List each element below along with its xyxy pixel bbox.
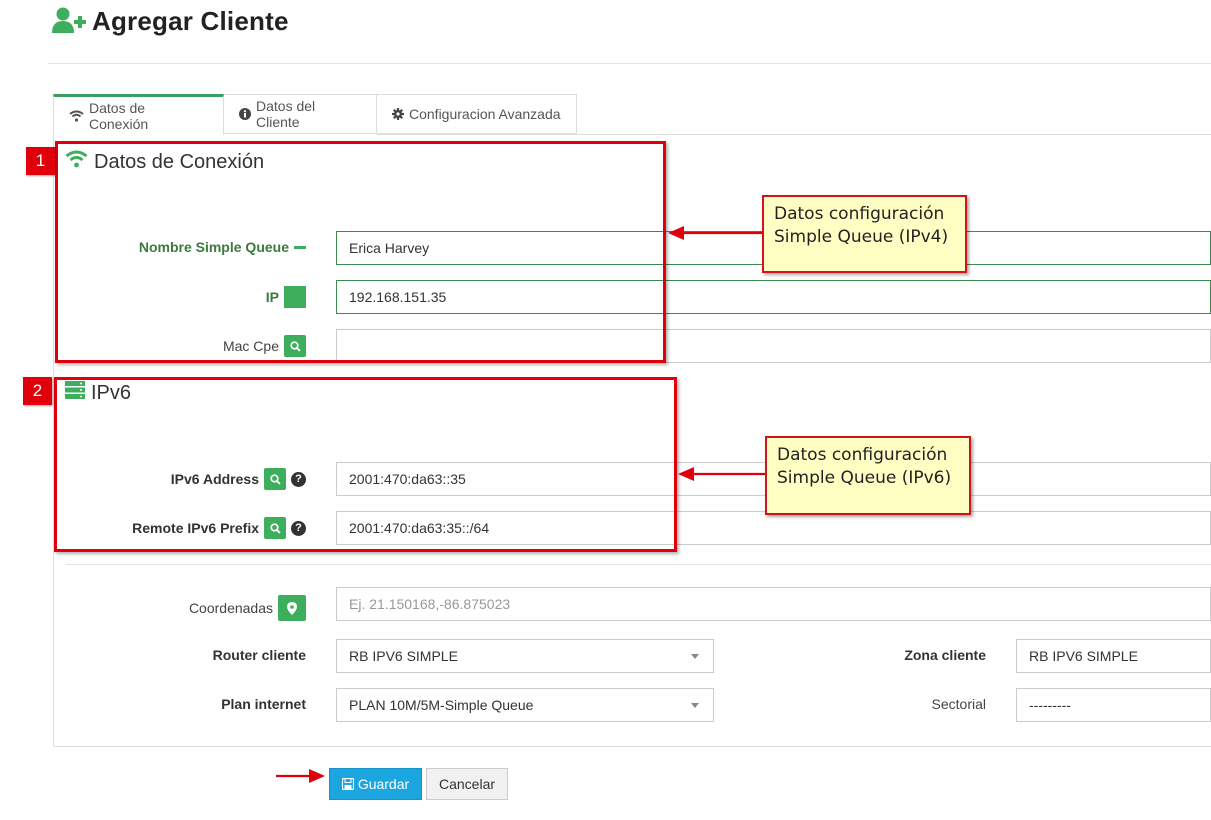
router-cliente-label: Router cliente <box>212 647 306 663</box>
cancel-button[interactable]: Cancelar <box>426 768 508 800</box>
annotation-badge-1: 1 <box>26 147 55 175</box>
floppy-disk-icon <box>341 778 354 790</box>
gear-icon <box>392 108 404 120</box>
coordenadas-label: Coordenadas <box>100 591 306 625</box>
tab-label: Configuracion Avanzada <box>409 106 561 122</box>
map-pin-button[interactable] <box>278 595 306 621</box>
tab-label: Datos de Conexión <box>89 99 149 132</box>
save-button[interactable]: Guardar <box>329 768 422 800</box>
tab-configuracion-avanzada[interactable]: Configuracion Avanzada <box>377 94 577 134</box>
map-marker-icon <box>287 601 297 615</box>
add-user-icon <box>52 6 86 37</box>
coordenadas-input[interactable]: Ej. 21.150168,-86.875023 <box>336 587 1211 621</box>
annotation-box-ipv4 <box>55 141 666 363</box>
plan-internet-label: Plan internet <box>221 696 306 712</box>
info-circle-icon <box>239 108 251 120</box>
annotation-note-ipv6: Datos configuración Simple Queue (IPv6) <box>765 436 971 515</box>
sectorial-select[interactable]: --------- <box>1016 688 1211 722</box>
chevron-down-icon <box>691 653 699 659</box>
title-divider <box>48 63 1211 64</box>
zona-cliente-select[interactable]: RB IPV6 SIMPLE <box>1016 639 1211 673</box>
page-title: Agregar Cliente <box>52 4 289 38</box>
annotation-note-ipv4: Datos configuración Simple Queue (IPv4) <box>762 195 967 273</box>
plan-internet-select[interactable]: PLAN 10M/5M-Simple Queue <box>336 688 714 722</box>
section-divider <box>66 564 1211 565</box>
annotation-box-ipv6 <box>54 377 677 552</box>
chevron-down-icon <box>691 702 699 708</box>
page-title-text: Agregar Cliente <box>92 5 289 36</box>
tab-datos-conexion[interactable]: Datos de Conexión <box>53 94 224 135</box>
tab-label: Datos del Cliente <box>256 98 316 130</box>
router-cliente-select[interactable]: RB IPV6 SIMPLE <box>336 639 714 673</box>
tab-datos-cliente[interactable]: Datos del Cliente <box>224 94 377 134</box>
sectorial-label: Sectorial <box>931 696 986 712</box>
annotation-badge-2: 2 <box>23 377 52 405</box>
zona-cliente-label: Zona cliente <box>904 647 986 663</box>
wifi-icon <box>69 110 84 122</box>
tab-bar: Datos de Conexión Datos del Cliente Conf… <box>53 94 577 135</box>
